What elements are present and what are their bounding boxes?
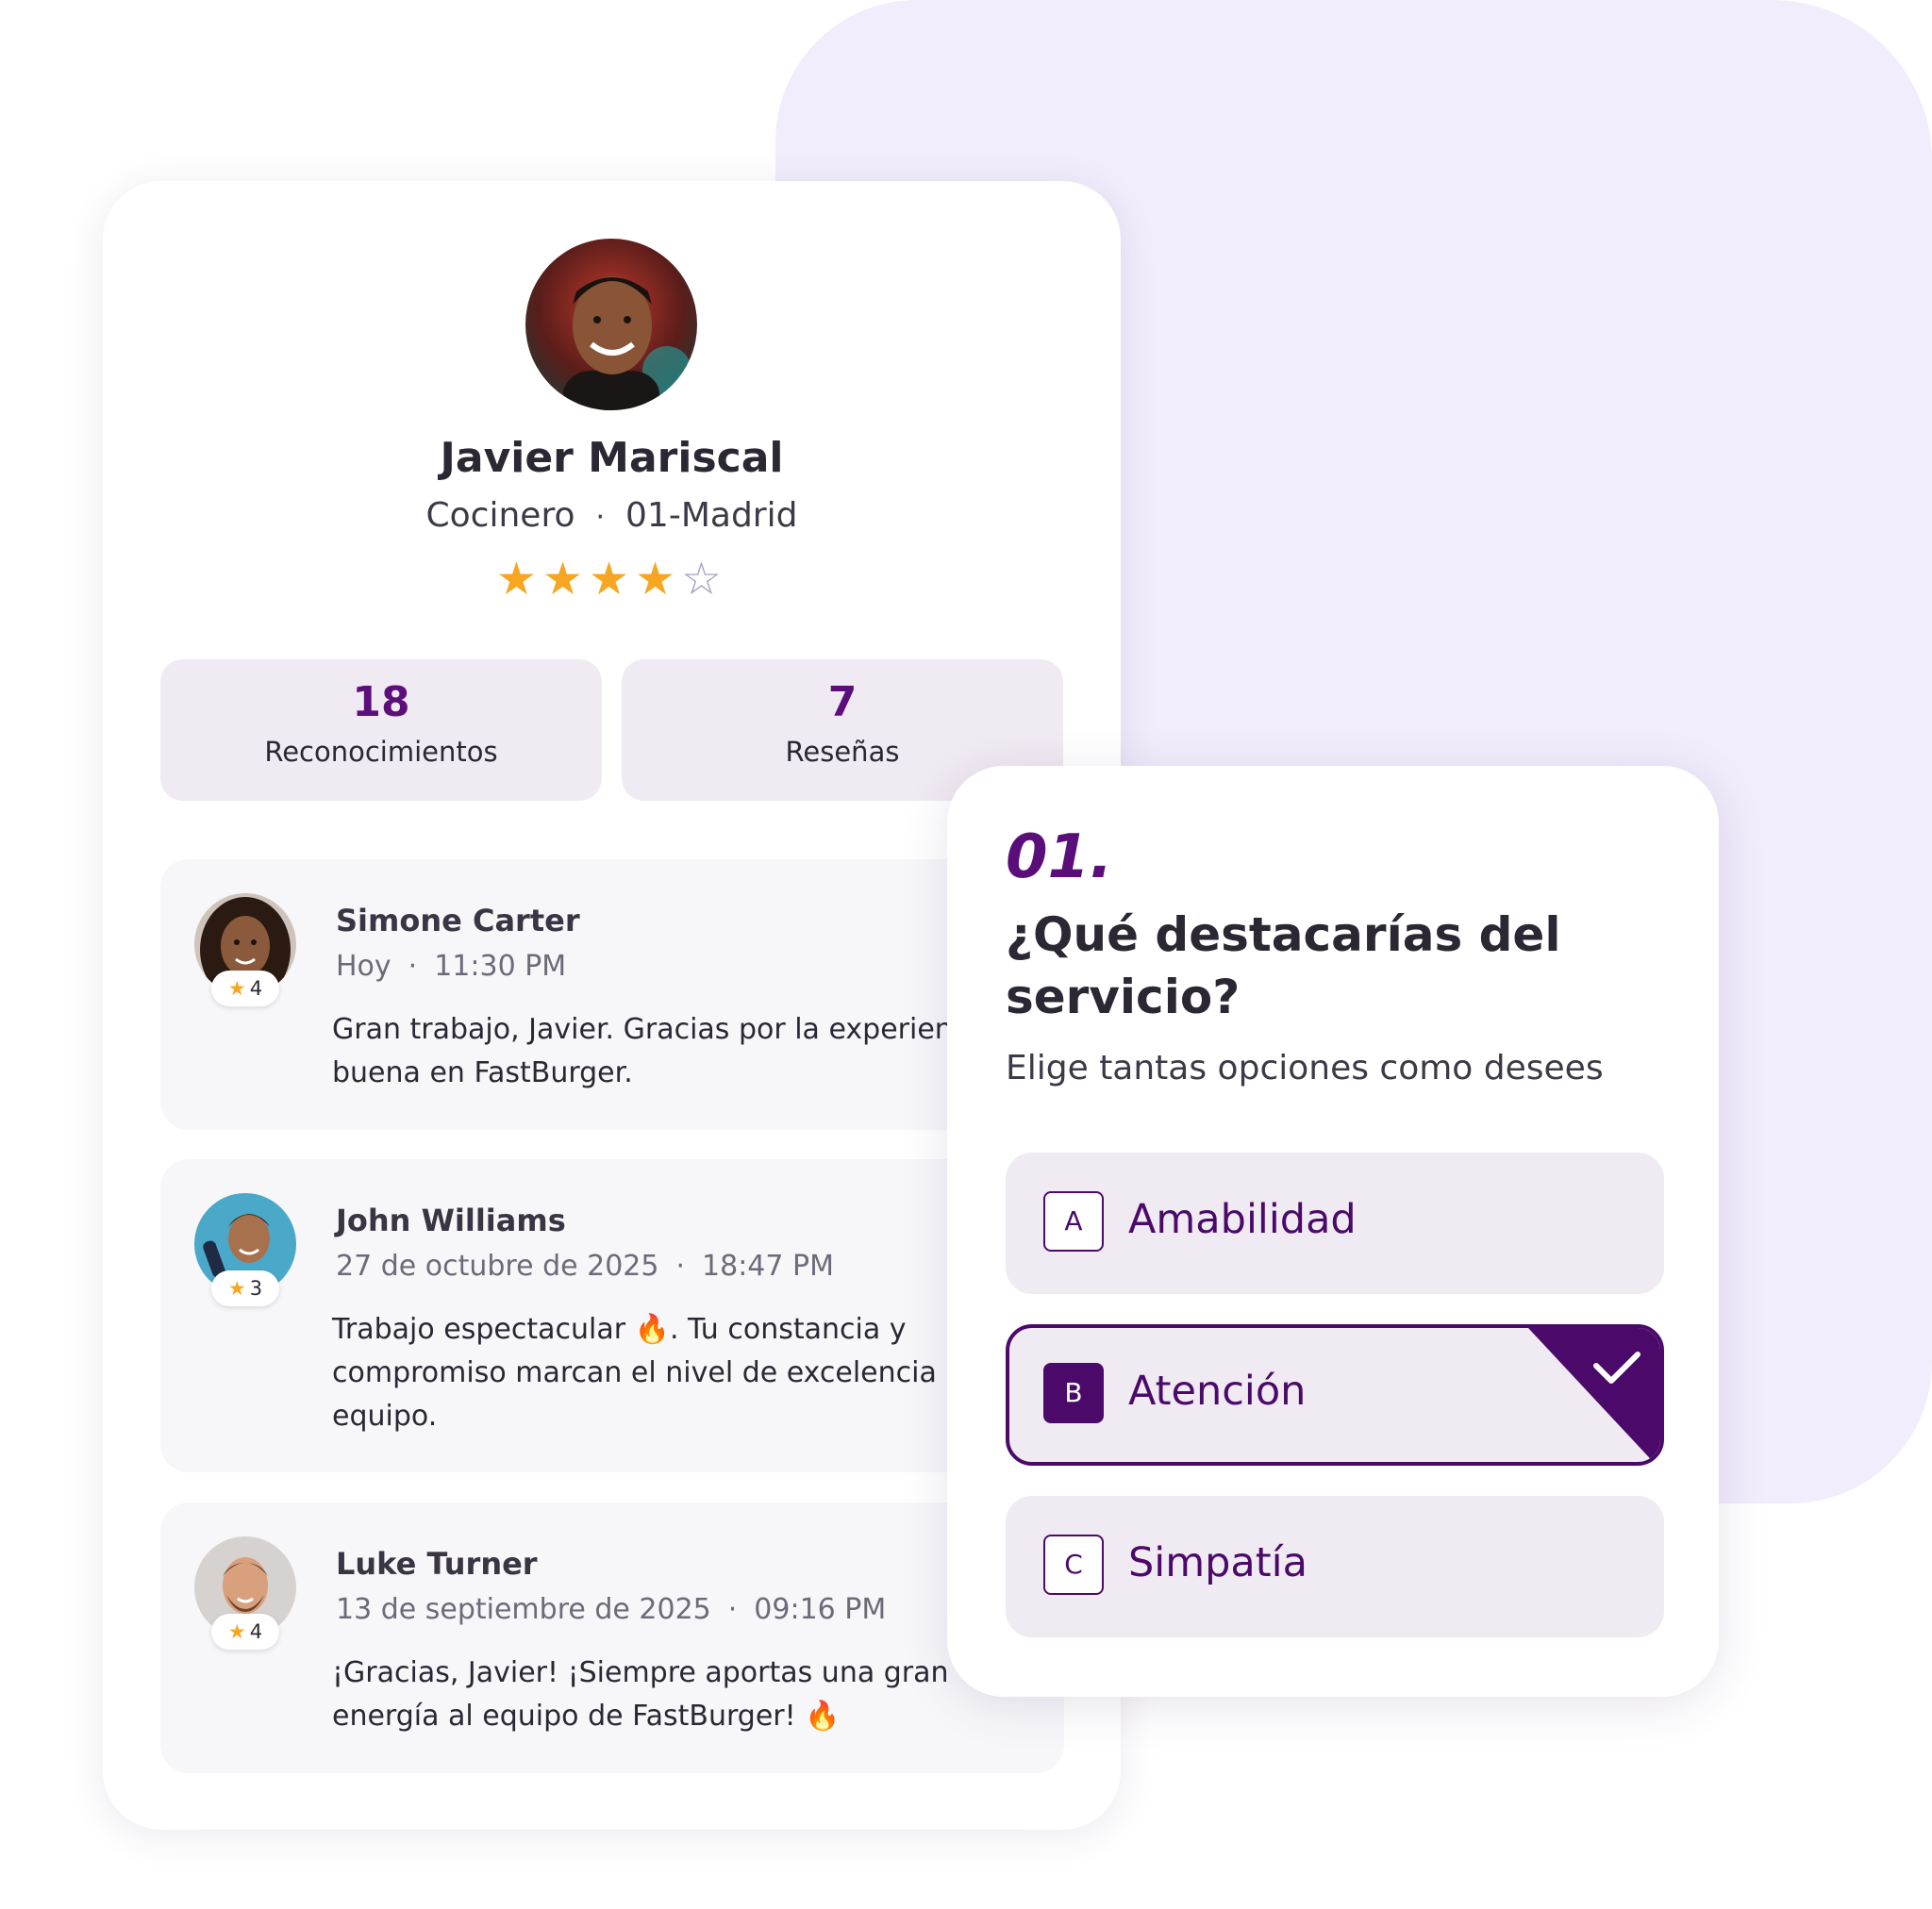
review-card[interactable]: ★ 3 John Williams 27 de octubre de 2025 · 1… bbox=[160, 1159, 1064, 1472]
review-time: 11:30 PM bbox=[434, 950, 567, 983]
option-b[interactable]: B Atención bbox=[1006, 1324, 1664, 1466]
review-meta: 27 de octubre de 2025 · 18:47 PM bbox=[336, 1250, 834, 1283]
option-label: Atención bbox=[1128, 1368, 1307, 1415]
review-meta: 13 de septiembre de 2025 · 09:16 PM bbox=[336, 1593, 886, 1626]
star-icon: ★ bbox=[227, 1620, 246, 1643]
profile-name: Javier Mariscal bbox=[440, 434, 784, 482]
separator: · bbox=[408, 950, 418, 983]
reviewer-star-count: 4 bbox=[249, 1620, 263, 1643]
reviewer-star-badge: ★ 4 bbox=[211, 971, 279, 1006]
avatar bbox=[525, 239, 697, 410]
review-card[interactable]: ★ 4 Simone Carter Hoy · 11:30 PM Gran traba… bbox=[160, 859, 1064, 1130]
option-label: Amabilidad bbox=[1128, 1196, 1357, 1243]
option-c[interactable]: C Simpatía bbox=[1006, 1496, 1664, 1637]
star-empty-icon: ☆ bbox=[681, 553, 728, 606]
reviewer-name: Luke Turner bbox=[336, 1546, 538, 1582]
rating-stars: ★★★★☆ bbox=[103, 553, 1121, 606]
stat-value: 7 bbox=[827, 678, 858, 726]
star-filled-icon: ★ bbox=[588, 553, 636, 606]
reviewer-name: John Williams bbox=[336, 1203, 566, 1238]
review-card[interactable]: ★ 4 Luke Turner 13 de septiembre de 2025 ·… bbox=[160, 1502, 1064, 1773]
question-number: 01. bbox=[1006, 822, 1113, 892]
reviewer-star-count: 4 bbox=[249, 977, 263, 1000]
star-filled-icon: ★ bbox=[635, 553, 682, 606]
reviewer-star-badge: ★ 3 bbox=[211, 1270, 279, 1306]
star-icon: ★ bbox=[227, 977, 246, 1000]
review-time: 18:47 PM bbox=[702, 1250, 834, 1283]
stat-recognitions[interactable]: 18 Reconocimientos bbox=[160, 659, 602, 801]
profile-subtitle: Cocinero · 01-Madrid bbox=[103, 496, 1121, 535]
review-meta: Hoy · 11:30 PM bbox=[336, 950, 566, 983]
review-text: Gran trabajo, Javier. Gracias por la exp… bbox=[332, 1013, 1008, 1089]
option-a[interactable]: A Amabilidad bbox=[1006, 1153, 1664, 1294]
stat-value: 18 bbox=[352, 678, 410, 726]
reviewer-name: Simone Carter bbox=[336, 903, 580, 938]
reviewer-star-count: 3 bbox=[249, 1277, 263, 1300]
option-key: A bbox=[1043, 1191, 1104, 1252]
stat-label: Reconocimientos bbox=[264, 736, 498, 768]
separator: · bbox=[727, 1593, 738, 1626]
review-text: Trabajo espectacular 🔥. Tu constancia y … bbox=[332, 1313, 964, 1433]
option-key: B bbox=[1043, 1363, 1104, 1423]
review-time: 09:16 PM bbox=[754, 1593, 887, 1626]
review-text: ¡Gracias, Javier! ¡Siempre aportas una g… bbox=[332, 1656, 949, 1733]
stat-label: Reseñas bbox=[785, 736, 900, 768]
reviewer-star-badge: ★ 4 bbox=[211, 1614, 279, 1650]
option-label: Simpatía bbox=[1128, 1539, 1307, 1586]
star-icon: ★ bbox=[227, 1277, 246, 1300]
review-date: 13 de septiembre de 2025 bbox=[336, 1593, 711, 1626]
profile-role: Cocinero bbox=[425, 496, 575, 535]
review-date: 27 de octubre de 2025 bbox=[336, 1250, 659, 1283]
star-filled-icon: ★ bbox=[495, 553, 542, 606]
quiz-card: 01. ¿Qué destacarías del servicio? Elige… bbox=[947, 766, 1719, 1697]
profile-location: 01-Madrid bbox=[625, 496, 798, 535]
question-title: ¿Qué destacarías del servicio? bbox=[1006, 907, 1561, 1024]
selected-corner bbox=[1528, 1328, 1660, 1462]
review-date: Hoy bbox=[336, 950, 391, 983]
option-key: C bbox=[1043, 1535, 1104, 1595]
star-filled-icon: ★ bbox=[541, 553, 589, 606]
separator: · bbox=[675, 1250, 686, 1283]
question-help: Elige tantas opciones como desees bbox=[1006, 1049, 1604, 1087]
separator: · bbox=[595, 501, 606, 534]
